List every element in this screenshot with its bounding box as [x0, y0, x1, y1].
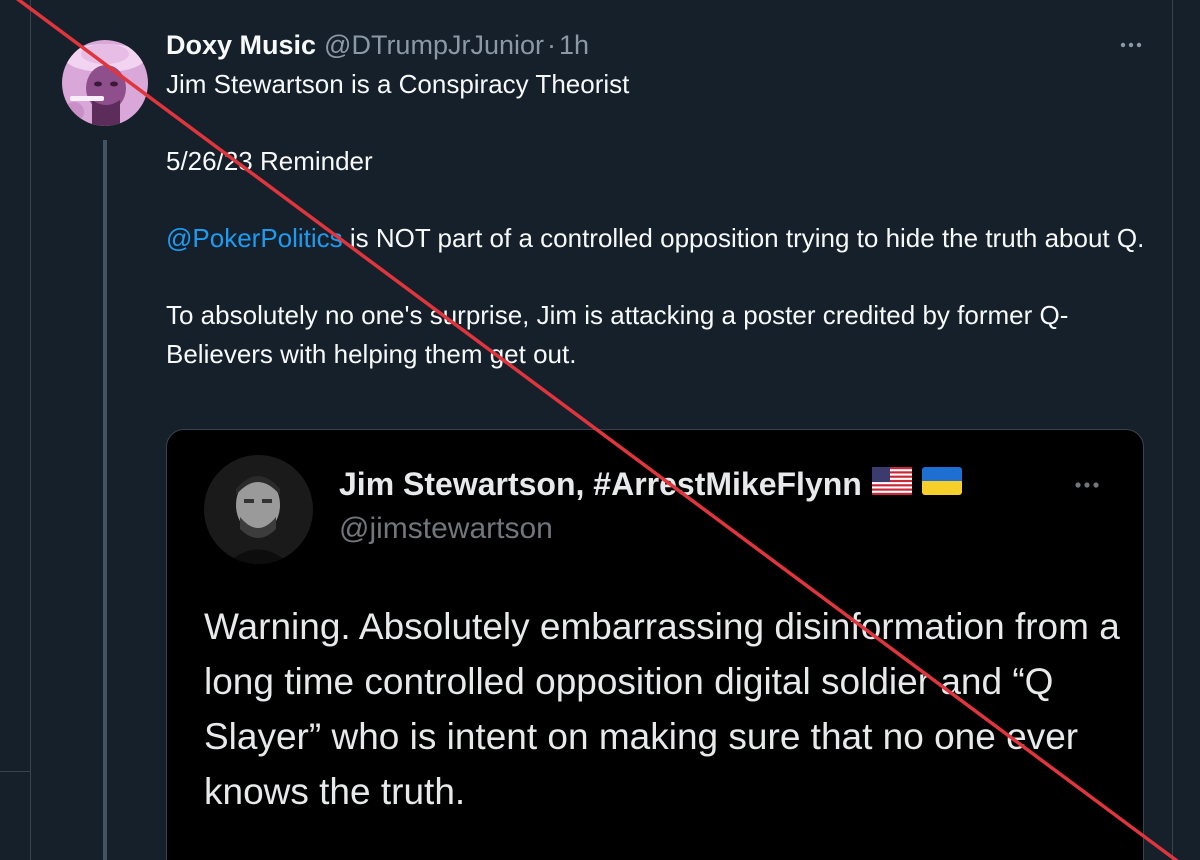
- left-rail: [0, 0, 30, 860]
- quoted-more-options-button[interactable]: [1070, 470, 1104, 500]
- left-column-divider: [30, 0, 31, 860]
- header-separator: ·: [547, 30, 556, 60]
- quoted-author-name[interactable]: Jim Stewartson, #ArrestMikeFlynn: [339, 465, 962, 503]
- more-horizontal-icon: [1120, 42, 1142, 48]
- author-handle[interactable]: @DTrumpJrJunior: [324, 28, 544, 62]
- mention-link[interactable]: @PokerPolitics: [166, 223, 343, 253]
- tweet-timestamp[interactable]: 1h: [559, 28, 589, 62]
- tweet-header: Doxy Music @DTrumpJrJunior · 1h: [166, 28, 589, 62]
- quoted-tweet-card[interactable]: Jim Stewartson, #ArrestMikeFlynn @jimste…: [166, 429, 1144, 860]
- avatar-image: [62, 40, 148, 126]
- tweet-line: Jim Stewartson is a Conspiracy Theorist: [166, 69, 630, 99]
- more-options-button[interactable]: [1116, 30, 1146, 60]
- tweet-line: 5/26/23 Reminder: [166, 146, 373, 176]
- ukraine-flag-icon: [921, 465, 962, 503]
- tweet-text: Jim Stewartson is a Conspiracy Theorist …: [166, 65, 1156, 373]
- quoted-avatar[interactable]: [204, 455, 313, 564]
- tweet-line: @PokerPolitics is NOT part of a controll…: [166, 219, 1156, 258]
- avatar[interactable]: [62, 40, 148, 126]
- left-rail-separator: [0, 771, 30, 772]
- quoted-avatar-image: [204, 455, 313, 564]
- tweet-line: To absolutely no one's surprise, Jim is …: [166, 300, 1069, 369]
- quoted-tweet-text: Warning. Absolutely embarrassing disinfo…: [204, 606, 1120, 812]
- quoted-display-name[interactable]: Jim Stewartson, #ArrestMikeFlynn: [339, 465, 862, 503]
- more-horizontal-icon: [1075, 482, 1099, 488]
- author-display-name[interactable]: Doxy Music: [166, 28, 316, 62]
- quoted-author-handle[interactable]: @jimstewartson: [339, 510, 553, 548]
- tweet-line-text: is NOT part of a controlled opposition t…: [342, 223, 1145, 253]
- us-flag-icon: [871, 465, 912, 503]
- thread-connector-line: [103, 140, 107, 860]
- right-rail: [1173, 0, 1200, 860]
